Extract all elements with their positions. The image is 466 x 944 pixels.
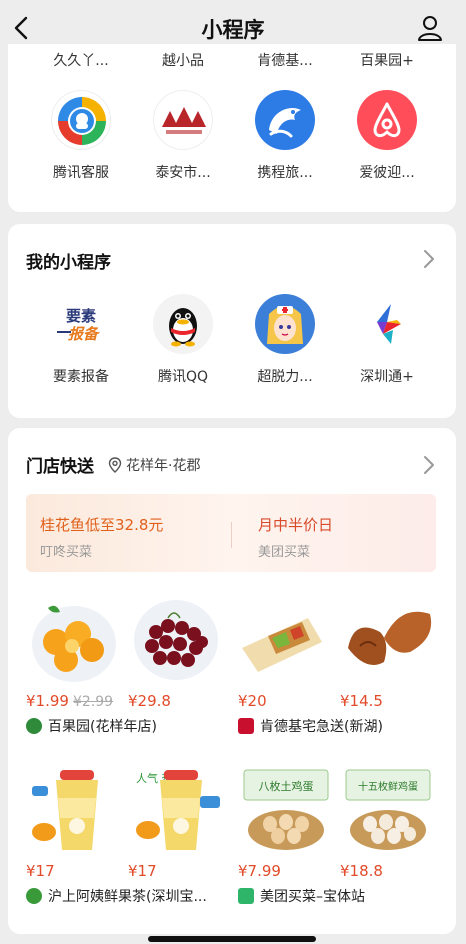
promo-title[interactable]: 月中半价日 [258, 514, 333, 535]
shop-logo-icon [238, 888, 254, 904]
product-price: ¥14.5 [340, 692, 383, 710]
shop-name: 肯德基宅急送(新湖) [260, 719, 383, 735]
eggs-box-image: 十五枚鲜鸡蛋 [340, 768, 436, 852]
cherries-image [128, 598, 224, 682]
store-delivery-section: 门店快送 花样年·花郡 桂花鱼低至32.8元 叮咚买菜 月中半价日 美团买菜 ¥… [8, 428, 456, 934]
product-price: ¥7.99 [238, 862, 281, 880]
shop-kfc[interactable]: 肯德基宅急送(新湖) [238, 716, 383, 736]
airbnb-icon [357, 90, 417, 150]
home-indicator[interactable] [148, 936, 316, 942]
product-price: ¥29.8 [128, 692, 171, 710]
promo-source: 美团买菜 [258, 545, 311, 560]
mini-program-label: 泰安市... [155, 165, 211, 181]
promo-title[interactable]: 桂花鱼低至32.8元 [40, 514, 163, 535]
svg-text:八枚土鸡蛋: 八枚土鸡蛋 [259, 779, 314, 793]
product-price: ¥20 [238, 692, 267, 710]
shop-name: 百果园(花样年店) [48, 719, 157, 735]
my-mini-programs: 我的小程序 要素 报备 要素报备 腾讯QQ 超脱力... 深圳通+ [8, 224, 456, 418]
page-title: 小程序 [201, 18, 265, 42]
original-price: ¥2.99 [72, 694, 114, 710]
shop-logo-icon [26, 718, 42, 734]
location-selector[interactable]: 花样年·花郡 [108, 455, 200, 475]
eggs-tray-image: 八枚土鸡蛋 [238, 768, 334, 852]
chicken-wings-image [340, 598, 436, 682]
taian-logo-icon [153, 90, 213, 150]
my-icon-row: 要素 报备 要素报备 腾讯QQ 超脱力... 深圳通+ [8, 294, 456, 386]
promo-source: 叮咚买菜 [40, 545, 93, 560]
mango-tea-2-image: 人气 热卖 [128, 768, 224, 852]
mini-program-label: 携程旅... [257, 165, 313, 181]
svg-text:十五枚鲜鸡蛋: 十五枚鲜鸡蛋 [358, 780, 418, 793]
person-icon[interactable] [416, 14, 444, 42]
mini-program-chaotuoli[interactable]: 超脱力... [234, 294, 336, 386]
section-title: 门店快送 [26, 457, 94, 477]
mini-program-label: 要素报备 [53, 369, 109, 385]
mini-program-tencent-service[interactable]: 腾讯客服 [30, 90, 132, 182]
location-text: 花样年·花郡 [126, 458, 201, 474]
mini-program-label: 腾讯QQ [157, 369, 209, 385]
product-mango-tea[interactable] [26, 768, 122, 852]
recent-top-item[interactable]: 肯德基... [234, 50, 336, 70]
product-eggs-tray[interactable]: 八枚土鸡蛋 [238, 768, 334, 852]
location-pin-icon [108, 457, 122, 473]
mini-program-label: 超脱力... [257, 369, 313, 385]
product-price: ¥1.99 ¥2.99 [26, 692, 114, 710]
recent-icon-row: 腾讯客服 泰安市... 携程旅... 爱彼迎... [8, 90, 456, 182]
recent-top-item[interactable]: 久久丫... [30, 50, 132, 70]
yaosu-baobei-icon: 要素 报备 [51, 294, 111, 354]
qq-penguin-icon [153, 294, 213, 354]
mini-program-yaosu[interactable]: 要素 报备 要素报备 [30, 294, 132, 386]
product-wrap[interactable] [238, 598, 334, 682]
mini-program-shenzhentong[interactable]: 深圳通+ [336, 294, 438, 386]
svg-text:报备: 报备 [68, 325, 100, 343]
shop-meituan-maicai[interactable]: 美团买菜–宝体站 [238, 886, 365, 906]
mini-program-airbnb[interactable]: 爱彼迎... [336, 90, 438, 182]
mini-program-label: 腾讯客服 [53, 165, 109, 181]
shop-baiguoyuan[interactable]: 百果园(花样年店) [26, 716, 157, 736]
product-mango-tea-2[interactable]: 人气 热卖 [128, 768, 224, 852]
shenzhentong-icon [357, 294, 417, 354]
mini-program-taian[interactable]: 泰安市... [132, 90, 234, 182]
product-price: ¥17 [128, 862, 157, 880]
shop-name: 沪上阿姨鲜果茶(深圳宝... [48, 889, 207, 905]
product-eggs-box[interactable]: 十五枚鲜鸡蛋 [340, 768, 436, 852]
tencent-service-icon [51, 90, 111, 150]
product-price: ¥18.8 [340, 862, 383, 880]
recent-top-row: 久久丫... 越小品 肯德基... 百果园+ [8, 50, 456, 70]
mango-tea-image [26, 768, 122, 852]
product-oranges[interactable] [26, 598, 122, 682]
product-price: ¥17 [26, 862, 55, 880]
promo-banner[interactable]: 桂花鱼低至32.8元 叮咚买菜 月中半价日 美团买菜 [26, 494, 436, 572]
anime-nurse-icon [255, 294, 315, 354]
wrap-image [238, 598, 334, 682]
mini-program-qq[interactable]: 腾讯QQ [132, 294, 234, 386]
shop-name: 美团买菜–宝体站 [260, 889, 365, 905]
svg-text:要素: 要素 [66, 307, 96, 325]
shop-logo-icon [238, 718, 254, 734]
mini-program-ctrip[interactable]: 携程旅... [234, 90, 336, 182]
recent-top-item[interactable]: 百果园+ [336, 50, 438, 70]
product-cherries[interactable] [128, 598, 224, 682]
chevron-right-icon[interactable] [422, 454, 436, 476]
divider [231, 522, 232, 548]
mini-program-label: 深圳通+ [360, 369, 414, 385]
shop-logo-icon [26, 888, 42, 904]
ctrip-dolphin-icon [255, 90, 315, 150]
shop-hushang-ayi[interactable]: 沪上阿姨鲜果茶(深圳宝... [26, 886, 207, 906]
recent-mini-programs: 久久丫... 越小品 肯德基... 百果园+ 腾讯客服 泰安市... 携程旅..… [8, 44, 456, 212]
product-chicken-wings[interactable] [340, 598, 436, 682]
chevron-right-icon[interactable] [422, 248, 436, 270]
oranges-image [26, 598, 122, 682]
recent-top-item[interactable]: 越小品 [132, 50, 234, 70]
mini-program-label: 爱彼迎... [359, 165, 415, 181]
section-title: 我的小程序 [26, 253, 111, 273]
